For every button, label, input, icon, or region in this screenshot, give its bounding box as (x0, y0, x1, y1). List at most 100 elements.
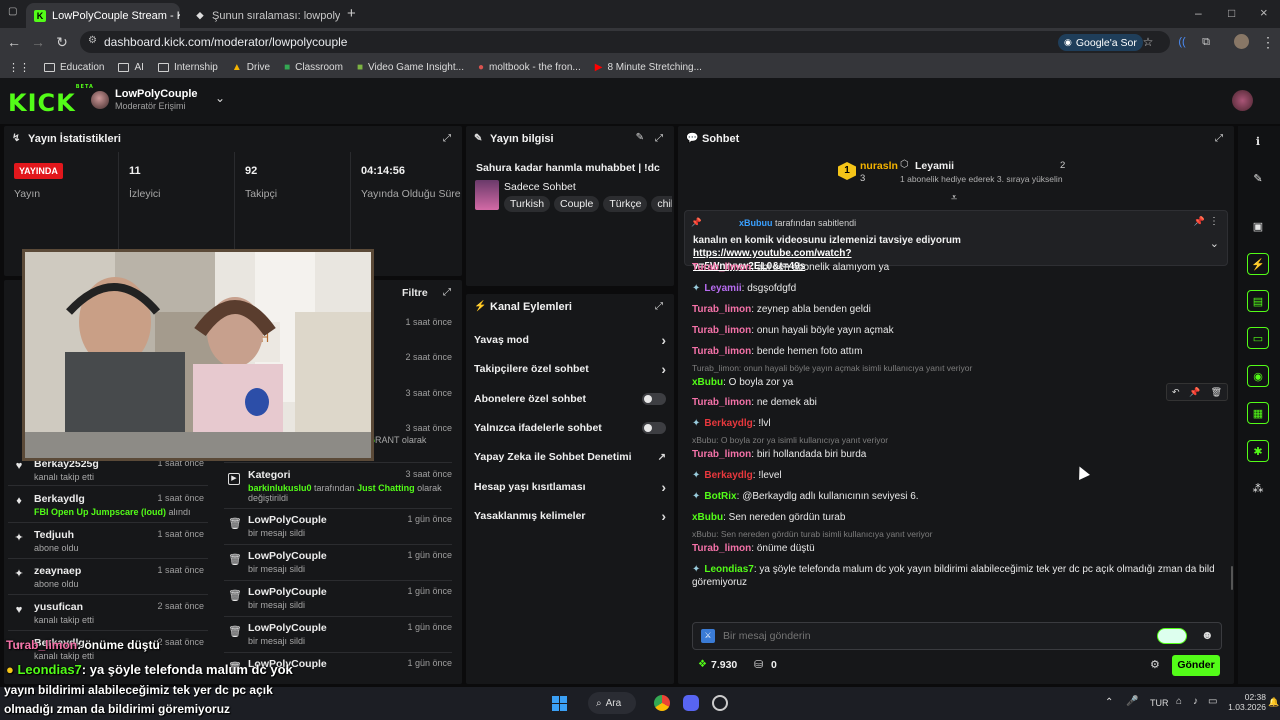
chat-message[interactable]: ✦ Berkaydlg: !level (692, 470, 1214, 481)
subscribers-only-toggle[interactable] (642, 393, 666, 405)
banned-words-row[interactable]: Yasaklanmış kelimeler › (474, 506, 666, 526)
chat-input[interactable] (723, 627, 1123, 645)
chat-scrollbar[interactable] (1231, 566, 1233, 590)
mic-icon[interactable]: 🎤 (1126, 696, 1138, 707)
chat-input-box[interactable]: ⚔ ☻ (692, 622, 1222, 650)
channel-points[interactable]: 7.930 (711, 659, 737, 671)
start-icon[interactable] (552, 696, 567, 711)
chat-username[interactable]: Turab_limon (692, 325, 751, 336)
apps-grid-icon[interactable]: ⋮⋮ (8, 61, 30, 74)
more-options-icon[interactable]: ⋮ (1209, 216, 1219, 227)
battery-icon[interactable]: ▭ (1208, 696, 1217, 707)
tag[interactable]: Couple (554, 196, 600, 212)
chat-message[interactable]: Turab_limon: önüme düştü (692, 543, 1214, 554)
bookmark-drive[interactable]: ▲ Drive (232, 62, 270, 73)
url-input[interactable]: ⚙ dashboard.kick.com/moderator/lowpolyco… (80, 31, 1170, 53)
pin-message-icon[interactable]: 📌 (1189, 387, 1200, 398)
chat-username[interactable]: Berkaydlg (704, 470, 752, 481)
account-age-row[interactable]: Hesap yaşı kısıtlaması › (474, 477, 666, 497)
bookmark-ai[interactable]: AI (118, 62, 144, 73)
chat-username[interactable]: xBubu (692, 512, 723, 523)
chat-username[interactable]: Leondias7 (704, 564, 753, 575)
volume-icon[interactable]: ♪ (1193, 696, 1198, 707)
bookmark-moltbook[interactable]: ● moltbook - the fron... (478, 62, 581, 73)
delete-icon[interactable]: 🗑 (1211, 387, 1222, 398)
camera-icon[interactable]: ▣ (1247, 215, 1269, 237)
reply-context[interactable]: Turab_limon: onun hayali böyle yayın açm… (692, 363, 972, 373)
top-gifter-name[interactable]: nurasln (860, 160, 898, 172)
bookmark-stretching[interactable]: ▶ 8 Minute Stretching... (595, 62, 702, 73)
user-avatar[interactable] (1232, 90, 1253, 111)
chat-username[interactable]: Leyamii (704, 283, 741, 294)
chat-message[interactable]: Turab_limon: abi ben abonelik alamıyom y… (692, 262, 1214, 273)
new-tab-button[interactable]: + (347, 5, 356, 22)
extension-wave-icon[interactable]: (( (1174, 34, 1190, 50)
reply-icon[interactable]: ↶ (1172, 387, 1180, 398)
chat-message[interactable]: Turab_limon: biri hollandada biri burda (692, 449, 1214, 460)
event-user[interactable]: barkinlukuslu0 (248, 483, 312, 493)
browser-menu-icon[interactable]: ⋮ (1260, 34, 1276, 50)
wrench-icon[interactable]: ✱ (1247, 440, 1269, 462)
chat-message[interactable]: ✦ Berkaydlg: !lvl (692, 418, 1214, 429)
send-button[interactable]: Gönder (1172, 655, 1220, 676)
tab-kick-dashboard[interactable]: K LowPolyCouple Stream - Kick D × (26, 3, 180, 28)
chat-username[interactable]: Turab_limon (692, 397, 751, 408)
close-window-button[interactable]: × (1260, 5, 1268, 20)
chat-username[interactable]: xBubu (692, 377, 723, 388)
chat-username[interactable]: Turab_limon (692, 543, 751, 554)
expand-icon[interactable]: ⤢ (443, 133, 454, 144)
chat-message[interactable]: ✦ BotRix: @Berkaydlg adlı kullanıcının se… (692, 491, 1214, 502)
chat-username[interactable]: Turab_limon (692, 262, 751, 273)
edit-icon[interactable]: ✎ (1247, 167, 1269, 189)
kick-logo[interactable]: KICKBETA (8, 84, 94, 115)
document-icon[interactable]: ▤ (1247, 290, 1269, 312)
layout-icon[interactable]: ▦ (1247, 402, 1269, 424)
slow-mode-row[interactable]: Yavaş mod › (474, 330, 666, 350)
bolt-icon[interactable]: ⚡ (1247, 253, 1269, 275)
taskbar-search[interactable]: ⌕ Ara (588, 692, 636, 714)
chat-message[interactable]: Turab_limon: bende hemen foto attım (692, 346, 1214, 357)
filter-button[interactable]: Filtre (402, 287, 428, 299)
followers-only-row[interactable]: Takipçilere özel sohbet › (474, 359, 666, 379)
pinner-user[interactable]: xBubuu (739, 218, 773, 228)
reply-context[interactable]: xBubu: O boyla zor ya isimli kullanıcıya… (692, 435, 888, 445)
expand-icon[interactable]: ⤢ (1215, 133, 1226, 144)
channel-name[interactable]: LowPolyCouple (115, 88, 198, 100)
group-icon[interactable]: ⁂ (1247, 477, 1269, 499)
language-indicator[interactable]: TUR (1150, 698, 1169, 708)
expand-icon[interactable]: ⤢ (655, 133, 666, 144)
chevron-down-icon[interactable]: ⌄ (1210, 237, 1219, 250)
notification-bell-icon[interactable]: 🔔 (1268, 697, 1279, 708)
chat-message[interactable]: ✦ Leyamii: dsgşofdgfd (692, 283, 1214, 294)
category-name[interactable]: Sadece Sohbet (504, 181, 576, 193)
chat-settings-gear-icon[interactable]: ⚙ (1150, 658, 1160, 671)
network-icon[interactable]: ⌂ (1176, 696, 1182, 707)
profile-avatar-icon[interactable] (1234, 34, 1249, 49)
event-category[interactable]: Just Chatting (357, 483, 415, 493)
minimize-button[interactable]: – (1195, 6, 1202, 20)
chat-message[interactable]: xBubu: O boyla zor ya (692, 377, 1214, 388)
tag[interactable]: chil (651, 196, 672, 212)
edit-pencil-icon[interactable]: ✎ (636, 132, 644, 143)
bookmark-classroom[interactable]: ■ Classroom (284, 62, 343, 73)
channel-switch-chevron-icon[interactable]: ⌄ (215, 91, 225, 105)
maximize-button[interactable]: □ (1228, 6, 1235, 20)
chat-username[interactable]: BotRix (704, 491, 736, 502)
clock[interactable]: 02:38 1.03.2026 (1226, 692, 1266, 712)
forward-icon[interactable]: → (30, 34, 46, 50)
steam-icon[interactable] (712, 695, 728, 711)
tray-chevron-icon[interactable]: ⌃ (1105, 697, 1113, 708)
bookmark-internship[interactable]: Internship (157, 62, 218, 73)
back-icon[interactable]: ← (6, 34, 22, 50)
chrome-icon[interactable] (654, 695, 670, 711)
tab-search-icon[interactable]: ▢ (8, 6, 22, 20)
reward-icon[interactable] (1157, 628, 1187, 644)
reload-icon[interactable]: ↻ (54, 34, 70, 50)
chat-message[interactable]: Turab_limon: ne demek abi (692, 397, 1214, 408)
tab-ranking[interactable]: ◆ Şunun sıralaması: lowpolycoupl × (186, 3, 340, 28)
discord-icon[interactable] (683, 695, 699, 711)
chat-icon[interactable]: ▭ (1247, 327, 1269, 349)
channel-avatar[interactable] (91, 91, 109, 109)
broadcast-icon[interactable]: ◉ (1247, 365, 1269, 387)
reply-context[interactable]: xBubu: Sen nereden gördün turab isimli k… (692, 529, 933, 539)
